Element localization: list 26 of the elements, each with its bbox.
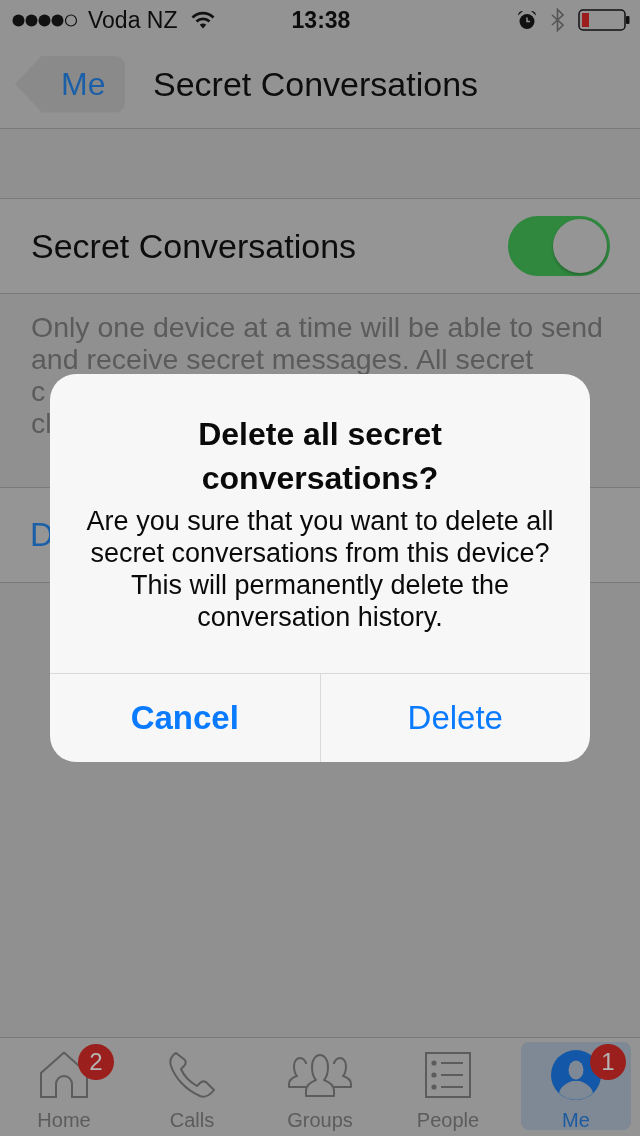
group-icon <box>288 1052 352 1098</box>
tab[interactable]: Calls <box>137 1042 247 1130</box>
setting-label: Secret Conversations <box>31 226 357 266</box>
badge: 2 <box>78 1044 114 1080</box>
alarm-clock-icon <box>517 10 537 30</box>
wifi-icon <box>190 11 215 29</box>
cancel-button[interactable]: Cancel <box>50 674 320 762</box>
toggle-switch[interactable] <box>508 216 610 276</box>
carrier-name: Voda NZ <box>88 6 178 34</box>
back-button[interactable]: Me <box>15 55 125 113</box>
alert-message: Are you sure that you want to delete all secret conversations from this device? This will permanently delete the conversation history. <box>85 505 555 633</box>
signal-dots-icon <box>12 13 78 27</box>
clock-time: 13:38 <box>291 6 351 34</box>
list-icon <box>425 1052 471 1098</box>
page-title: Secret Conversations <box>153 64 479 104</box>
confirm-button[interactable]: Delete <box>319 674 590 762</box>
battery-icon <box>578 9 630 31</box>
tab[interactable]: Groups <box>265 1042 375 1130</box>
alert-title: Delete all secret conversations? <box>197 415 443 498</box>
house-icon <box>39 1051 89 1099</box>
tab[interactable]: Me 1 <box>521 1042 631 1130</box>
badge: 1 <box>590 1044 626 1080</box>
tab[interactable]: People <box>393 1042 503 1130</box>
bluetooth-icon <box>551 8 564 32</box>
tab[interactable]: Home 2 <box>9 1042 119 1130</box>
phone-icon <box>168 1051 216 1099</box>
